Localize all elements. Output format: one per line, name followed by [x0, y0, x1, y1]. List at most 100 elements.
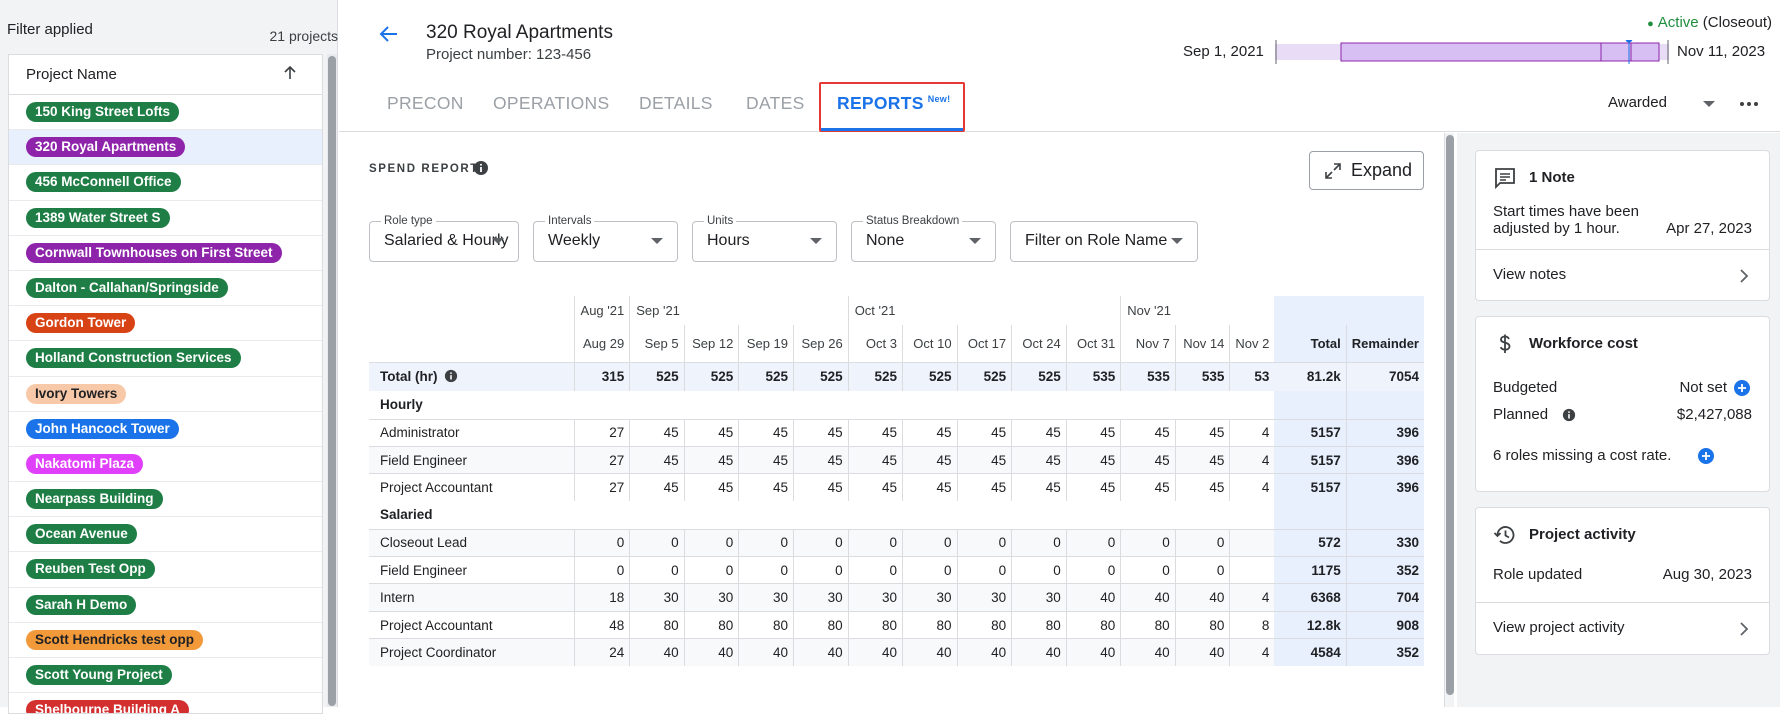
hours-cell: 0 — [683, 556, 739, 584]
back-arrow-icon[interactable] — [377, 22, 401, 46]
total-cell: 315 — [573, 362, 630, 391]
expand-button[interactable]: Expand — [1309, 151, 1424, 190]
total-row: Total (hr) 315 525 525 525 525 525 525 525 525 535… — [369, 362, 1424, 391]
project-chip: Gordon Tower — [26, 313, 136, 334]
notes-title: 1 Note — [1529, 169, 1575, 186]
intervals-dropdown[interactable]: Intervals Weekly — [533, 215, 678, 262]
status-breakdown-dropdown[interactable]: Status Breakdown None — [851, 215, 996, 262]
report-title: SPEND REPORT — [369, 163, 479, 175]
more-vert-icon[interactable] — [1737, 92, 1761, 116]
project-row[interactable]: Nearpass Building — [9, 482, 322, 518]
sidebar-scrollbar[interactable] — [327, 54, 337, 707]
hours-cell: 0 — [738, 528, 794, 557]
add-budget-icon[interactable] — [1734, 380, 1750, 396]
hours-cell: 30 — [738, 583, 794, 612]
view-notes-link[interactable]: View notes — [1476, 249, 1769, 301]
table-row: Project Accountant 27 45 45 45 45 45 45 45 45 45 45… — [369, 473, 1424, 502]
hours-cell: 80 — [629, 610, 685, 639]
total-cell: 535 — [1065, 362, 1121, 391]
hours-cell: 18 — [573, 583, 630, 612]
report-scrollbar-thumb[interactable] — [1446, 135, 1454, 695]
project-row[interactable]: 456 McConnell Office — [9, 165, 322, 201]
project-chip: Dalton - Callahan/Springside — [26, 277, 228, 298]
hours-cell: 45 — [1011, 418, 1067, 447]
row-remainder: 704 — [1345, 583, 1424, 612]
history-icon — [1493, 526, 1515, 544]
project-row[interactable]: Ivory Towers — [9, 377, 322, 412]
row-total: 5157 — [1274, 418, 1347, 447]
tab-reports[interactable]: REPORTS New! — [837, 93, 950, 114]
view-notes-label: View notes — [1493, 266, 1567, 283]
project-row[interactable]: Dalton - Callahan/Springside — [9, 271, 322, 307]
hours-cell: 45 — [956, 418, 1012, 447]
project-row[interactable]: 1389 Water Street S — [9, 201, 322, 236]
project-chip: Ocean Avenue — [26, 524, 137, 545]
hours-cell: 45 — [683, 418, 739, 447]
caret-down-icon[interactable] — [1699, 97, 1719, 111]
project-row[interactable]: Shelbourne Building A — [9, 693, 322, 713]
view-project-activity-link[interactable]: View project activity — [1476, 602, 1769, 654]
tab-operations[interactable]: OPERATIONS — [493, 93, 609, 114]
hours-cell: 80 — [956, 610, 1012, 639]
project-row[interactable]: Scott Young Project — [9, 658, 322, 694]
project-timeline-bar[interactable] — [1275, 40, 1669, 64]
units-dropdown[interactable]: Units Hours — [692, 215, 837, 262]
project-row[interactable]: 150 King Street Lofts — [9, 95, 322, 131]
row-total: 5157 — [1274, 473, 1347, 502]
view-activity-label: View project activity — [1493, 619, 1625, 636]
hours-cell: 40 — [1120, 638, 1176, 667]
tab-details[interactable]: DETAILS — [639, 93, 713, 114]
hours-cell: 40 — [901, 638, 958, 667]
project-row[interactable]: Gordon Tower — [9, 306, 322, 342]
row-remainder: 396 — [1345, 418, 1424, 447]
week-header: Oct 31 — [1065, 325, 1121, 363]
project-row[interactable]: John Hancock Tower — [9, 412, 322, 447]
role-name-filter-dropdown[interactable]: Filter on Role Name — [1010, 221, 1198, 262]
report-scrollbar[interactable] — [1444, 133, 1454, 707]
project-row[interactable]: Holland Construction Services — [9, 341, 322, 377]
project-row[interactable]: Sarah H Demo — [9, 588, 322, 623]
project-chip: Reuben Test Opp — [26, 559, 155, 580]
add-cost-rate-icon[interactable] — [1698, 448, 1714, 464]
hours-cell: 0 — [793, 528, 849, 557]
month-header: Aug '21 — [573, 296, 630, 325]
total-cell: 525 — [1011, 362, 1067, 391]
project-row[interactable]: Cornwall Townhouses on First Street — [9, 236, 322, 271]
stage-select[interactable]: Awarded — [1608, 94, 1667, 111]
status-active-label: Active — [1657, 14, 1699, 31]
role-name: Closeout Lead — [369, 528, 575, 557]
sort-ascending-icon[interactable] — [280, 63, 300, 83]
total-cell: 525 — [901, 362, 958, 391]
project-chip: Shelbourne Building A — [26, 700, 189, 713]
spend-report: SPEND REPORT Expand Role type Salaried &… — [339, 133, 1454, 707]
hours-cell: 48 — [573, 610, 630, 639]
sidebar-scrollbar-thumb[interactable] — [328, 56, 336, 706]
project-sidebar: Filter applied 21 projects Project Name … — [0, 0, 338, 714]
tab-precon[interactable]: PRECON — [387, 93, 464, 114]
week-header: Sep 26 — [793, 325, 849, 363]
info-icon[interactable] — [1562, 408, 1576, 422]
role-type-dropdown[interactable]: Role type Salaried & Hourly — [369, 215, 519, 262]
caret-down-icon — [969, 238, 981, 244]
budgeted-value: Not set — [1679, 379, 1727, 396]
tab-dates[interactable]: DATES — [746, 93, 805, 114]
total-cell: 525 — [847, 362, 903, 391]
month-header: Sep '21 — [629, 296, 849, 325]
expand-icon — [1325, 163, 1341, 179]
project-row[interactable]: 320 Royal Apartments — [9, 130, 322, 166]
column-header-label: Project Name — [26, 66, 117, 83]
activity-item-date: Aug 30, 2023 — [1662, 566, 1752, 583]
project-name-column-header[interactable]: Project Name — [9, 55, 322, 95]
hours-cell: 80 — [793, 610, 849, 639]
hours-cell: 45 — [793, 418, 849, 447]
project-row[interactable]: Ocean Avenue — [9, 517, 322, 553]
project-row[interactable]: Scott Hendricks test opp — [9, 623, 322, 658]
info-icon[interactable] — [444, 369, 458, 383]
note-text-line1: Start times have been — [1493, 203, 1639, 220]
project-row[interactable]: Reuben Test Opp — [9, 552, 322, 588]
hours-cell: 40 — [1174, 583, 1230, 612]
hours-cell: 80 — [1120, 610, 1176, 639]
project-row[interactable]: Nakatomi Plaza — [9, 447, 322, 483]
info-icon[interactable] — [473, 160, 489, 176]
hours-cell: 30 — [683, 583, 739, 612]
